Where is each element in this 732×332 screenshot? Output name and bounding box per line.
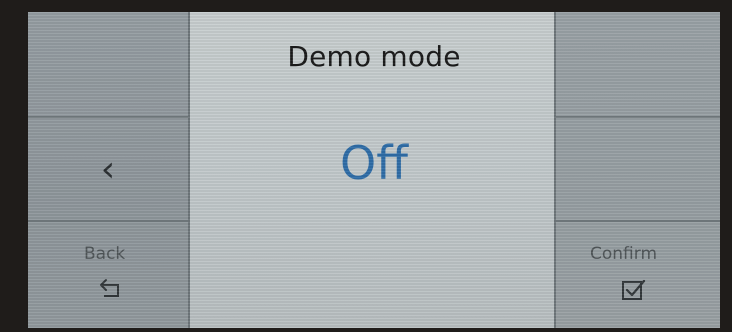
- return-arrow-icon[interactable]: [98, 278, 124, 302]
- chevron-left-icon[interactable]: ‹: [28, 152, 188, 188]
- back-button[interactable]: [28, 220, 188, 328]
- confirm-label: Confirm: [590, 244, 658, 264]
- setting-title: Demo mode: [287, 40, 461, 73]
- confirm-button[interactable]: [556, 220, 720, 328]
- touch-screen: Demo mode Off ‹ Back Confirm: [28, 12, 720, 328]
- back-label: Back: [84, 244, 126, 264]
- checkbox-check-icon[interactable]: [620, 278, 646, 302]
